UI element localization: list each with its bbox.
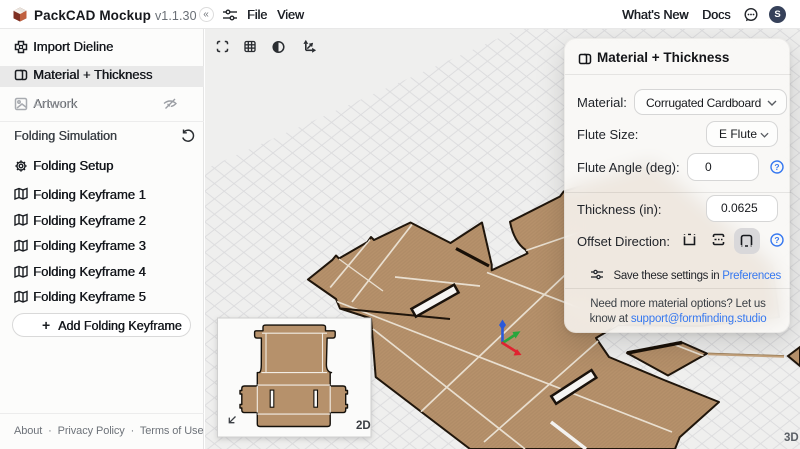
svg-text:2D: 2D: [356, 420, 371, 432]
svg-text:3D: 3D: [784, 432, 799, 444]
svg-text:?: ?: [774, 235, 779, 245]
svg-text:?: ?: [774, 162, 779, 172]
